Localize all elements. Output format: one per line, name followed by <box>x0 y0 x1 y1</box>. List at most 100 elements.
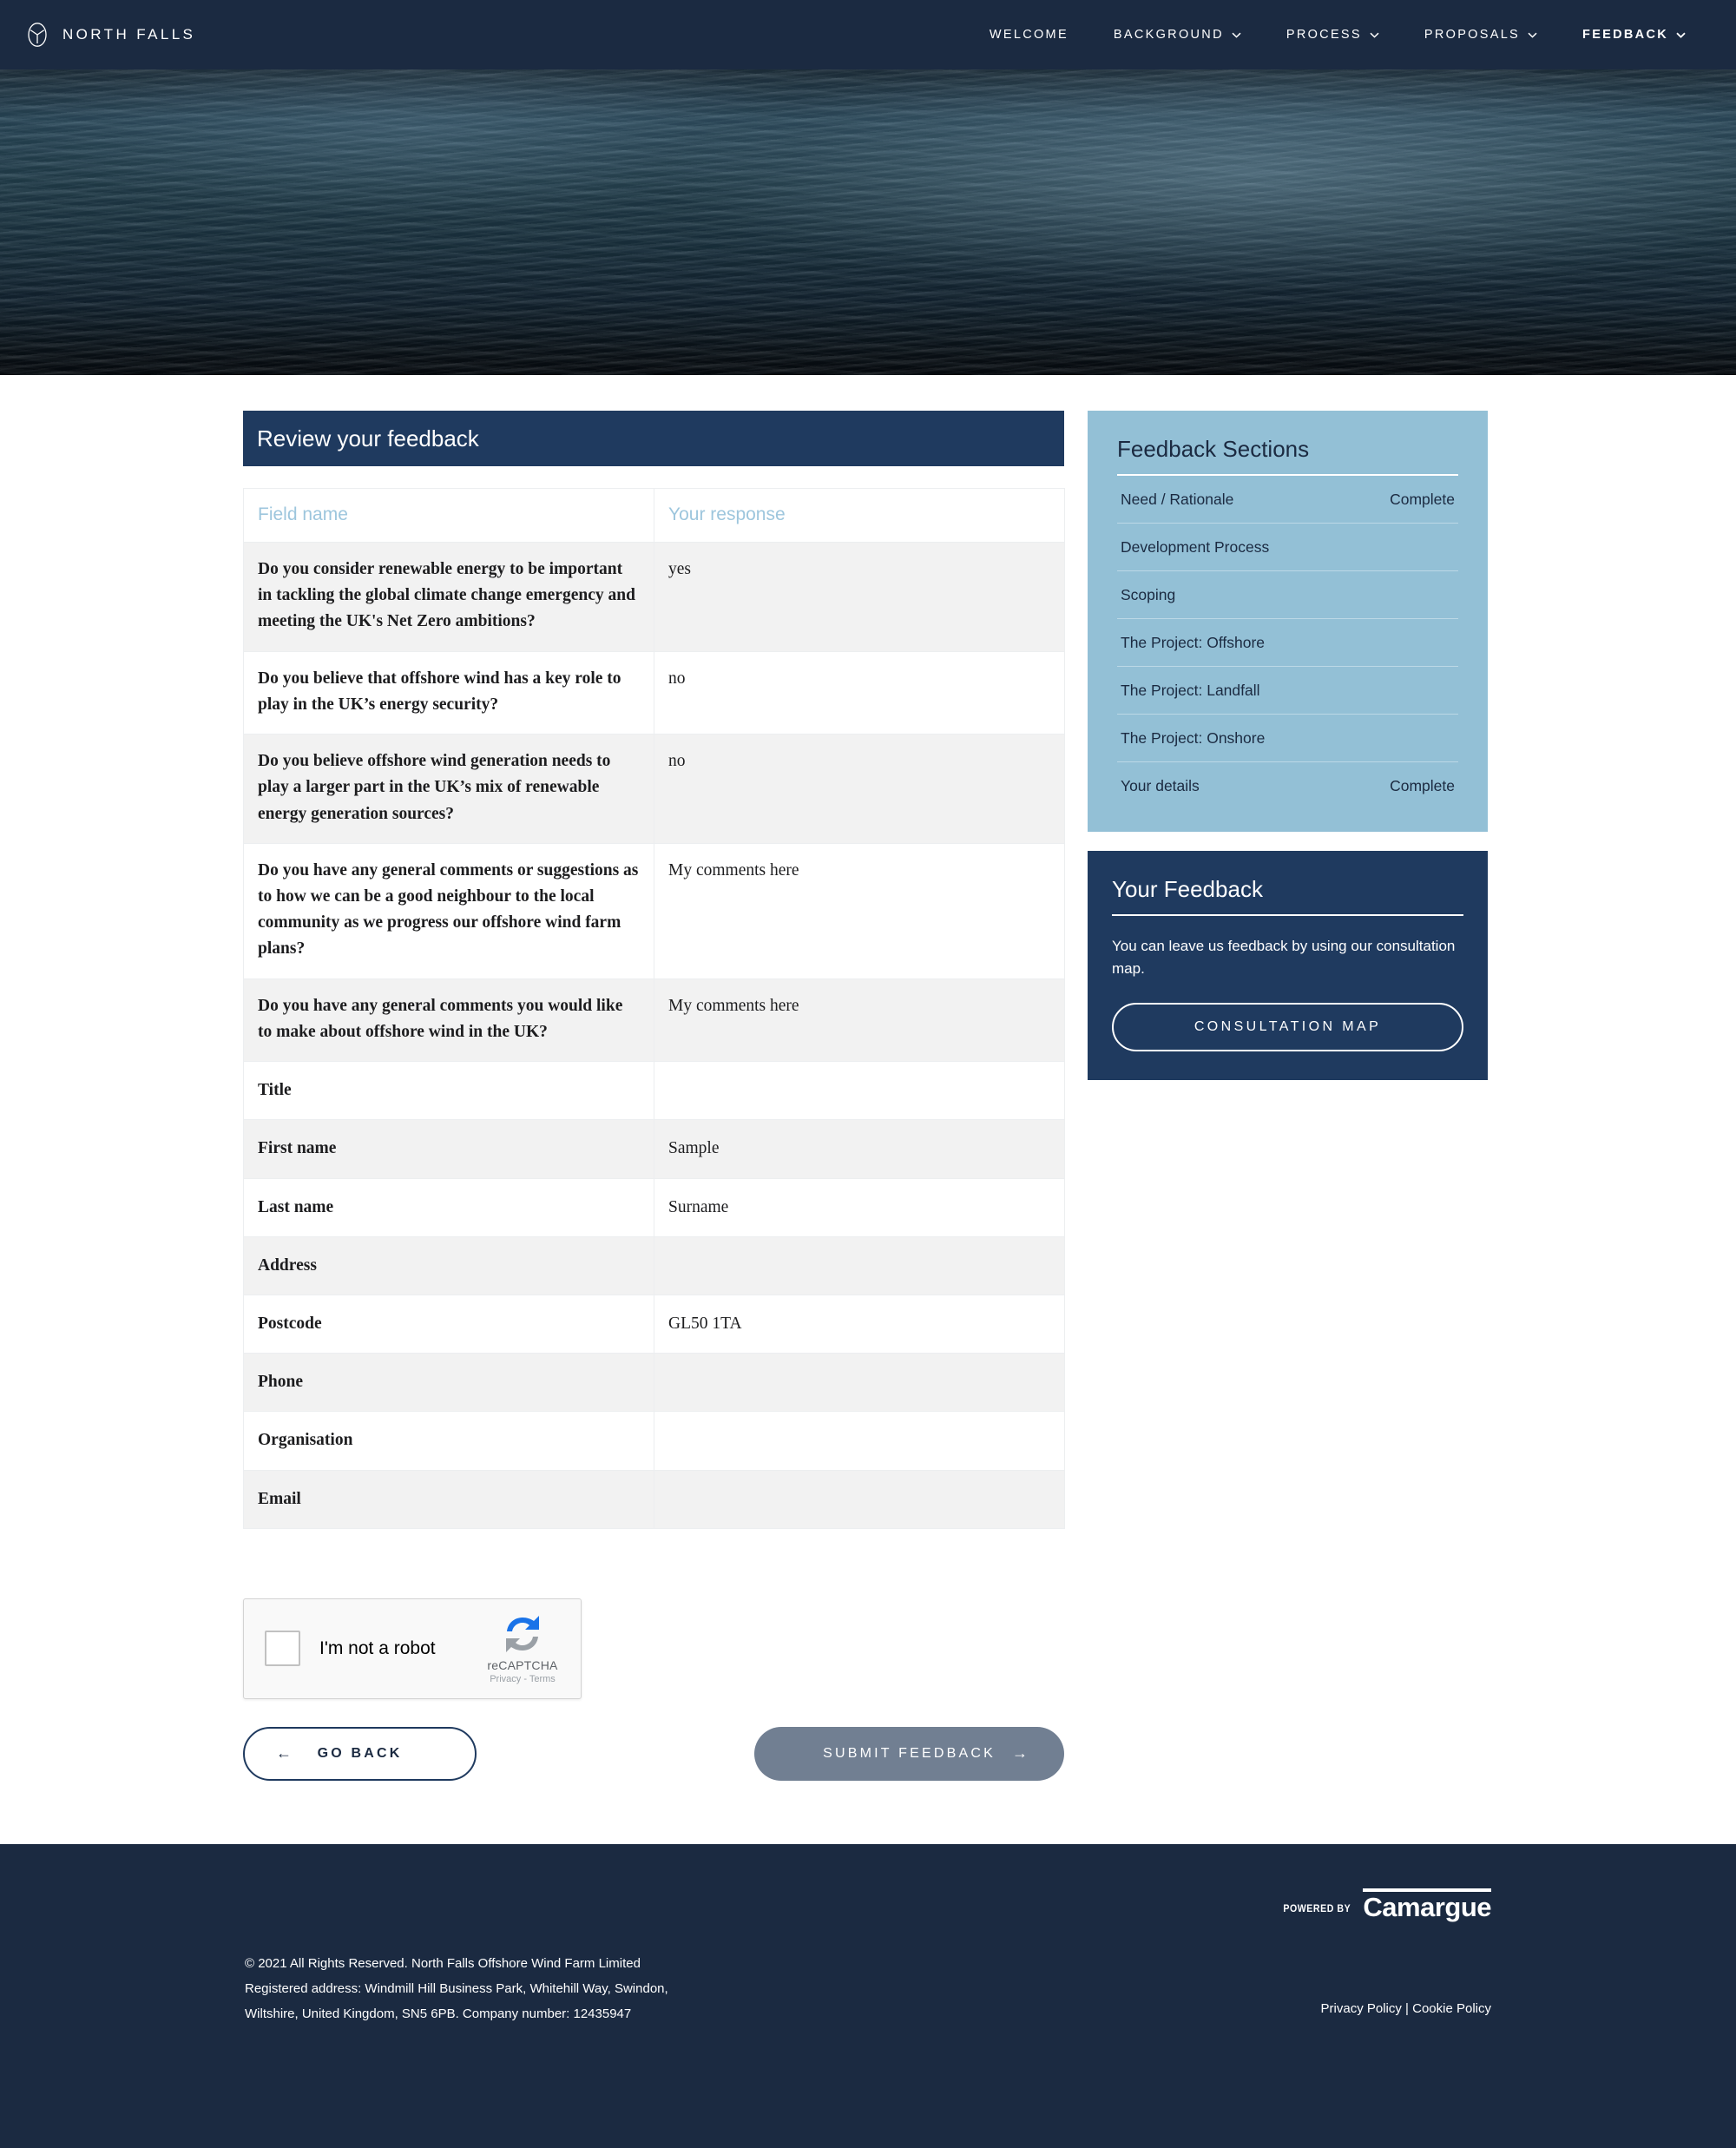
row-field-label: Title <box>243 1061 654 1121</box>
nav-item-proposals[interactable]: PROPOSALS <box>1402 28 1560 42</box>
feedback-sections-title: Feedback Sections <box>1117 436 1310 462</box>
chevron-down-icon <box>1370 32 1379 38</box>
column-header-field-name: Field name <box>243 488 654 543</box>
table-row: Last name Surname <box>243 1177 1065 1237</box>
row-field-label: Do you have any general comments or sugg… <box>243 842 654 979</box>
chevron-down-icon <box>1528 32 1537 38</box>
row-response-value: no <box>654 734 1065 844</box>
captcha-zone: I'm not a robot reCAPTCHA Privacy - Term… <box>243 1598 1064 1699</box>
consultation-map-button[interactable]: CONSULTATION MAP <box>1112 1002 1463 1051</box>
feedback-sections-card: Feedback Sections Need / Rationale Compl… <box>1088 411 1488 832</box>
table-row: Do you have any general comments you wou… <box>243 978 1065 1063</box>
your-feedback-title: Your Feedback <box>1112 876 1263 902</box>
nav-item-background[interactable]: BACKGROUND <box>1091 28 1264 42</box>
table-row: Organisation <box>243 1411 1065 1471</box>
nav-label: PROPOSALS <box>1424 28 1521 42</box>
table-row: Address <box>243 1235 1065 1295</box>
row-response-value <box>654 1061 1065 1121</box>
go-back-button[interactable]: ← GO BACK <box>243 1726 477 1781</box>
row-field-label: Email <box>243 1469 654 1529</box>
table-header-row: Field name Your response <box>243 488 1065 543</box>
arrow-right-icon: → <box>1012 1744 1028 1763</box>
table-row: Phone <box>243 1353 1065 1413</box>
submit-feedback-label: SUBMIT FEEDBACK <box>823 1745 996 1761</box>
section-label: The Project: Landfall <box>1121 682 1260 699</box>
row-response-value: yes <box>654 542 1065 652</box>
nav-label: PROCESS <box>1286 28 1362 42</box>
sidebar-item-development-process[interactable]: Development Process <box>1117 524 1458 571</box>
nav-label: WELCOME <box>989 28 1069 42</box>
table-row: Do you have any general comments or sugg… <box>243 842 1065 979</box>
wind-turbine-circle-logo-icon <box>24 22 50 48</box>
status-badge: Complete <box>1390 777 1455 794</box>
row-field-label: Address <box>243 1235 654 1295</box>
powered-by-camargue[interactable]: POWERED BY Camargue <box>1280 1888 1491 1921</box>
row-response-value <box>654 1235 1065 1295</box>
your-feedback-text: You can leave us feedback by using our c… <box>1112 938 1456 977</box>
nav-item-process[interactable]: PROCESS <box>1264 28 1402 42</box>
review-table: Field name Your response Do you consider… <box>243 488 1065 1529</box>
arrow-left-icon: ← <box>276 1744 292 1763</box>
page-container: Review your feedback Field name Your res… <box>243 375 1493 1781</box>
column-header-your-response: Your response <box>654 488 1065 543</box>
main-navigation: WELCOME BACKGROUND PROCESS PROPOSALS FEE… <box>967 28 1708 42</box>
nav-item-feedback[interactable]: FEEDBACK <box>1560 28 1708 42</box>
sidebar: Feedback Sections Need / Rationale Compl… <box>1088 411 1488 1080</box>
status-badge: Complete <box>1390 491 1455 508</box>
nav-item-welcome[interactable]: WELCOME <box>967 28 1091 42</box>
sidebar-item-project-onshore[interactable]: The Project: Onshore <box>1117 715 1458 762</box>
brand-name: NORTH FALLS <box>62 26 196 43</box>
nav-label: BACKGROUND <box>1113 28 1224 42</box>
footer-legal: © 2021 All Rights Reserved. North Falls … <box>245 1951 668 2027</box>
row-response-value: Surname <box>654 1177 1065 1237</box>
page-title: Review your feedback <box>243 411 1064 466</box>
section-label: Scoping <box>1121 586 1176 603</box>
table-row: Title <box>243 1061 1065 1121</box>
row-field-label: Do you have any general comments you wou… <box>243 978 654 1063</box>
table-row: Do you believe offshore wind generation … <box>243 734 1065 844</box>
main-column: Review your feedback Field name Your res… <box>243 411 1065 1781</box>
table-row: Do you believe that offshore wind has a … <box>243 650 1065 735</box>
section-label: Need / Rationale <box>1121 491 1234 508</box>
powered-by-label: POWERED BY <box>1283 1904 1351 1915</box>
recaptcha-checkbox[interactable] <box>265 1631 300 1667</box>
cookie-policy-link[interactable]: Cookie Policy <box>1412 2001 1491 2016</box>
brand-logo[interactable]: NORTH FALLS <box>24 22 195 48</box>
recaptcha-widget[interactable]: I'm not a robot reCAPTCHA Privacy - Term… <box>243 1598 582 1699</box>
site-header: NORTH FALLS WELCOME BACKGROUND PROCESS P… <box>0 0 1736 69</box>
divider <box>1112 914 1463 916</box>
chevron-down-icon <box>1676 32 1686 38</box>
footer-legal-line-1: © 2021 All Rights Reserved. North Falls … <box>245 1955 641 1971</box>
row-response-value: Sample <box>654 1119 1065 1179</box>
row-response-value <box>654 1411 1065 1471</box>
nav-label: FEEDBACK <box>1582 28 1668 42</box>
privacy-policy-link[interactable]: Privacy Policy <box>1321 2001 1402 2016</box>
go-back-label: GO BACK <box>317 1745 403 1761</box>
row-response-value: My comments here <box>654 842 1065 979</box>
recaptcha-links[interactable]: Privacy - Terms <box>477 1674 569 1684</box>
recaptcha-label: I'm not a robot <box>319 1637 436 1658</box>
row-response-value <box>654 1353 1065 1413</box>
site-footer: POWERED BY Camargue © 2021 All Rights Re… <box>0 1843 1736 2148</box>
content-row: Review your feedback Field name Your res… <box>243 375 1493 1781</box>
row-field-label: Do you believe offshore wind generation … <box>243 734 654 844</box>
footer-legal-line-3: Wiltshire, United Kingdom, SN5 6PB. Comp… <box>245 2006 632 2022</box>
section-label: Your details <box>1121 777 1200 794</box>
sidebar-item-need-rationale[interactable]: Need / Rationale Complete <box>1117 476 1458 524</box>
footer-policy-links: Privacy Policy | Cookie Policy <box>1321 2001 1491 2016</box>
sidebar-item-your-details[interactable]: Your details Complete <box>1117 762 1458 809</box>
table-row: Email <box>243 1469 1065 1529</box>
recaptcha-brand-name: reCAPTCHA <box>487 1658 558 1673</box>
your-feedback-card: Your Feedback You can leave us feedback … <box>1088 851 1488 1080</box>
sidebar-item-scoping[interactable]: Scoping <box>1117 571 1458 619</box>
sidebar-item-project-offshore[interactable]: The Project: Offshore <box>1117 619 1458 667</box>
camargue-logo: Camargue <box>1363 1888 1491 1921</box>
row-field-label: First name <box>243 1119 654 1179</box>
policy-separator: | <box>1401 2000 1413 2016</box>
footer-legal-line-2: Registered address: Windmill Hill Busine… <box>245 1981 668 1997</box>
row-field-label: Phone <box>243 1353 654 1413</box>
submit-feedback-button[interactable]: SUBMIT FEEDBACK → <box>754 1726 1064 1781</box>
table-row: First name Sample <box>243 1119 1065 1179</box>
sidebar-item-project-landfall[interactable]: The Project: Landfall <box>1117 667 1458 715</box>
row-field-label: Do you consider renewable energy to be i… <box>243 542 654 652</box>
